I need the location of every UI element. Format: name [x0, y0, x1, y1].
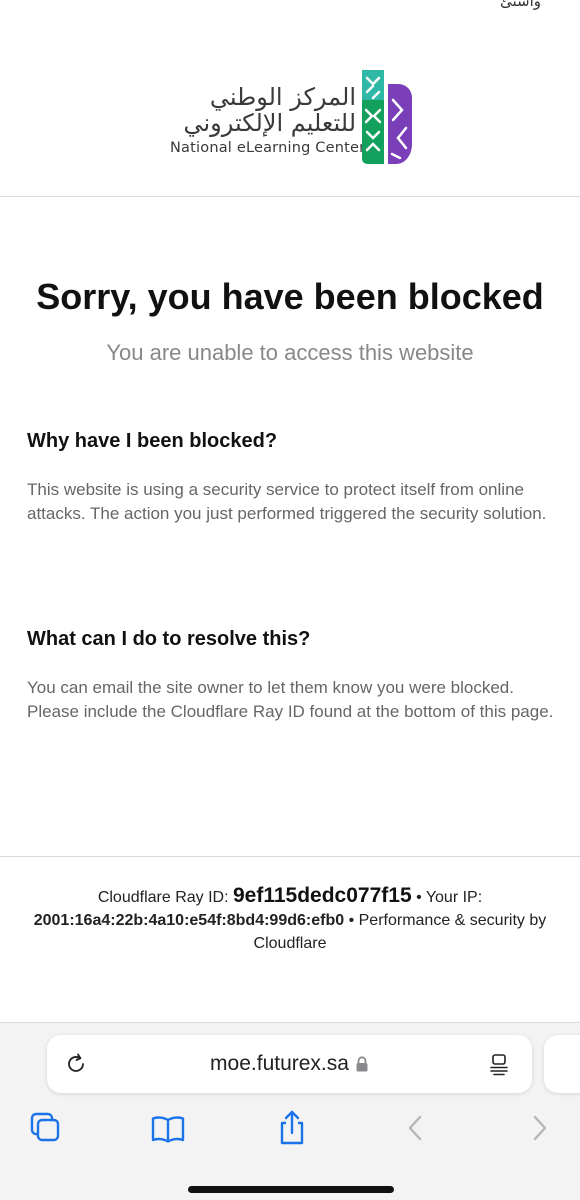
resolve-text: You can email the site owner to let them… [27, 678, 554, 721]
logo-mark-icon [362, 70, 412, 164]
page-subtitle: You are unable to access this website [106, 340, 474, 365]
tabs-icon[interactable] [27, 1109, 67, 1149]
browser-toolbar [0, 1109, 580, 1149]
reader-mode-icon[interactable] [487, 1052, 511, 1076]
cloudflare-footer: Cloudflare Ray ID: 9ef115dedc077f15 • Yo… [20, 884, 560, 955]
logo-text-arabic-line1: المركز الوطني [209, 83, 356, 111]
bookmarks-icon[interactable] [148, 1109, 188, 1149]
footer-divider [0, 856, 580, 857]
url-text: moe.futurex.sa [210, 1052, 349, 1075]
why-blocked-text: This website is using a security service… [27, 480, 547, 523]
ip-label: Your IP: [425, 889, 483, 906]
browser-chrome: moe.futurex.sa [0, 1022, 580, 1200]
site-logo[interactable]: المركز الوطني للتعليم الإلكتروني Nationa… [168, 68, 418, 168]
footer-separator: • [411, 889, 426, 906]
site-header: المركز الوطني للتعليم الإلكتروني Nationa… [0, 0, 580, 197]
resolve-heading: What can I do to resolve this? [27, 628, 311, 650]
reload-icon[interactable] [64, 1052, 88, 1076]
ray-id-value: 9ef115dedc077f15 [232, 884, 412, 907]
lock-icon [356, 1056, 368, 1072]
home-indicator[interactable] [188, 1186, 394, 1193]
ip-value: 2001:16a4:22b:4a10:e54f:8bd4:99d6:efb0 [33, 912, 345, 929]
logo-text-arabic-line2: للتعليم الإلكتروني [183, 109, 356, 137]
back-icon[interactable] [395, 1109, 435, 1149]
forward-icon[interactable] [520, 1109, 560, 1149]
page-title: Sorry, you have been blocked [36, 276, 544, 317]
next-tab-preview[interactable] [544, 1035, 580, 1093]
ray-id-label: Cloudflare Ray ID: [97, 889, 233, 906]
logo-text-english: National eLearning Center [170, 140, 366, 156]
address-bar[interactable]: moe.futurex.sa [47, 1035, 532, 1093]
footer-separator: • [344, 912, 359, 929]
share-icon[interactable] [272, 1109, 312, 1149]
why-blocked-heading: Why have I been blocked? [27, 430, 278, 452]
url-display[interactable]: moe.futurex.sa [107, 1035, 472, 1093]
